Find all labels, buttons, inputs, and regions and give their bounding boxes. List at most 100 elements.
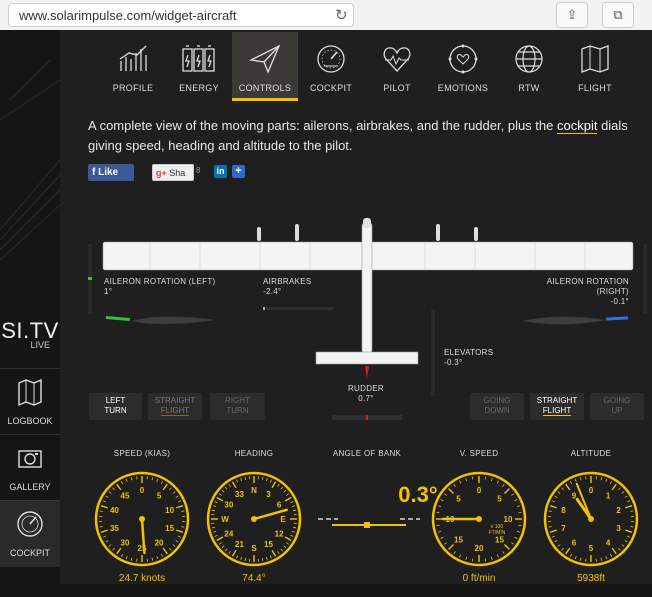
gplus-label: Sha [169, 168, 186, 178]
gauges: 051015202530354045 N 36E1215S2124W3033 05… [94, 471, 639, 567]
map-icon [18, 378, 42, 407]
dial-tick [218, 542, 222, 545]
straight-flight-pitch-button[interactable]: STRAIGHT FLIGHT [530, 393, 584, 420]
dial-tick [611, 483, 617, 491]
dial-tick [216, 496, 224, 502]
dial-tick-label: 1 [606, 492, 611, 501]
paper-plane-icon [248, 44, 281, 74]
dial-tick-label: 20 [155, 538, 164, 547]
going-up-button[interactable]: GOING UP [590, 393, 644, 420]
dial-tick-label: W [221, 515, 229, 524]
tab-profile[interactable]: PROFILE [100, 32, 166, 98]
facebook-like-button[interactable]: f Like [88, 164, 134, 181]
dial-tick [212, 530, 217, 533]
going-down-button[interactable]: GOING DOWN [470, 393, 524, 420]
dial-tick [453, 551, 456, 555]
addthis-plus-icon[interactable]: + [232, 165, 245, 178]
dial-tick [630, 526, 634, 528]
rudder-info: RUDDER 0.7° [336, 384, 396, 404]
dial-tick [611, 547, 617, 555]
globe-icon [515, 45, 543, 73]
dial-tick [502, 483, 505, 487]
nose [363, 218, 371, 228]
tab-energy[interactable]: ENERGY [166, 32, 232, 98]
dial-tick [236, 479, 239, 483]
aileron-right-label: AILERON ROTATION (RIGHT) [546, 277, 629, 296]
background-streaks [0, 59, 60, 261]
dial-tick [291, 505, 296, 508]
sidebar-item-gallery[interactable]: GALLERY [0, 434, 60, 501]
dial-tick [565, 483, 571, 491]
dial-tick [511, 542, 515, 545]
dial-tick [130, 477, 133, 481]
dial-tick [244, 476, 247, 480]
dial-tick [169, 547, 172, 551]
dial-tick [627, 500, 631, 503]
straight-flight-2-line1: STRAIGHT [536, 396, 578, 405]
sidebar-item-cockpit[interactable]: COCKPIT [0, 500, 63, 567]
camera-icon [18, 450, 42, 468]
gauge-icon [317, 45, 345, 73]
tabs-icon[interactable]: ⧉ [602, 2, 634, 28]
dial-tick [280, 548, 284, 552]
address-text[interactable]: www.solarimpulse.com/widget-aircraft [19, 8, 236, 23]
dial-tick [625, 505, 633, 509]
bank-value: 0.3° [398, 482, 438, 507]
tab-emotions[interactable]: EMOTIONS [430, 32, 496, 98]
dial-tick [618, 547, 621, 551]
dial-tick [269, 555, 272, 559]
tab-label-pilot: PILOT [383, 83, 411, 93]
linkedin-icon[interactable]: in [214, 165, 227, 178]
cockpit-link[interactable]: cockpit [556, 118, 598, 134]
tab-cockpit[interactable]: COCKPIT [298, 32, 364, 98]
sidebar-item-logbook[interactable]: LOGBOOK [0, 368, 60, 435]
dial-tick [549, 505, 557, 509]
dial-tick [551, 500, 555, 503]
heading-gauge: N 36 E 1215 S 2124 W 3033 [206, 471, 302, 567]
dial-tick [231, 481, 237, 489]
tab-controls[interactable]: CONTROLS [232, 32, 298, 101]
dial-tick [548, 526, 552, 528]
straight-flight-turn-button[interactable]: STRAIGHT FLIGHT [148, 393, 202, 420]
dial-tick [265, 477, 268, 482]
address-bar[interactable]: www.solarimpulse.com/widget-aircraft ↻ [8, 3, 354, 27]
dial-tick [176, 505, 184, 509]
dial-tick [561, 547, 564, 551]
reload-icon[interactable]: ↻ [335, 6, 348, 24]
dial-tick [618, 487, 621, 491]
sidebar-label-cockpit: COCKPIT [9, 548, 50, 558]
dial-tick-label: 8 [561, 506, 566, 515]
right-turn-button[interactable]: RIGHT TURN [210, 393, 265, 420]
dial-tick [465, 556, 468, 561]
tab-flight[interactable]: FLIGHT [562, 32, 628, 98]
share-icon[interactable]: ⇪ [556, 2, 588, 28]
tab-pilot[interactable]: PILOT [364, 32, 430, 98]
dial-tick-label: 10 [165, 506, 174, 515]
gplus-share-button[interactable]: g+ Sha [152, 164, 194, 181]
dial-tick-label: 0 [589, 486, 594, 495]
left-turn-button[interactable]: LEFT TURN [89, 393, 142, 420]
dial-tick [178, 500, 182, 503]
left-turn-line2: TURN [104, 406, 127, 415]
dial-tick [283, 489, 287, 493]
sidebar-label-logbook: LOGBOOK [7, 416, 53, 426]
dial-tick-label: E [280, 515, 286, 524]
sitv-link[interactable]: SI.TV LIVE [0, 318, 60, 350]
description-text-start: A complete view of the moving parts: ail… [88, 118, 557, 133]
tab-rtw[interactable]: RTW [496, 32, 562, 98]
dial-tick [551, 535, 555, 538]
description: A complete view of the moving parts: ail… [88, 116, 648, 156]
dial-tick-label: 15 [165, 524, 174, 533]
dial-tick [579, 477, 582, 481]
dial-tick-label: 25 [138, 544, 147, 553]
dial-tick [496, 554, 499, 558]
dial-tick [211, 509, 215, 512]
facebook-like-label: Like [98, 167, 119, 178]
dial-tick-label: 24 [224, 530, 233, 539]
dial-tick [502, 551, 505, 555]
dial-tick [120, 553, 124, 557]
dial-tick [284, 496, 292, 502]
straight-flight-1-line2: FLIGHT [160, 406, 190, 416]
tailplane [315, 351, 419, 365]
dial-tick [240, 556, 243, 561]
